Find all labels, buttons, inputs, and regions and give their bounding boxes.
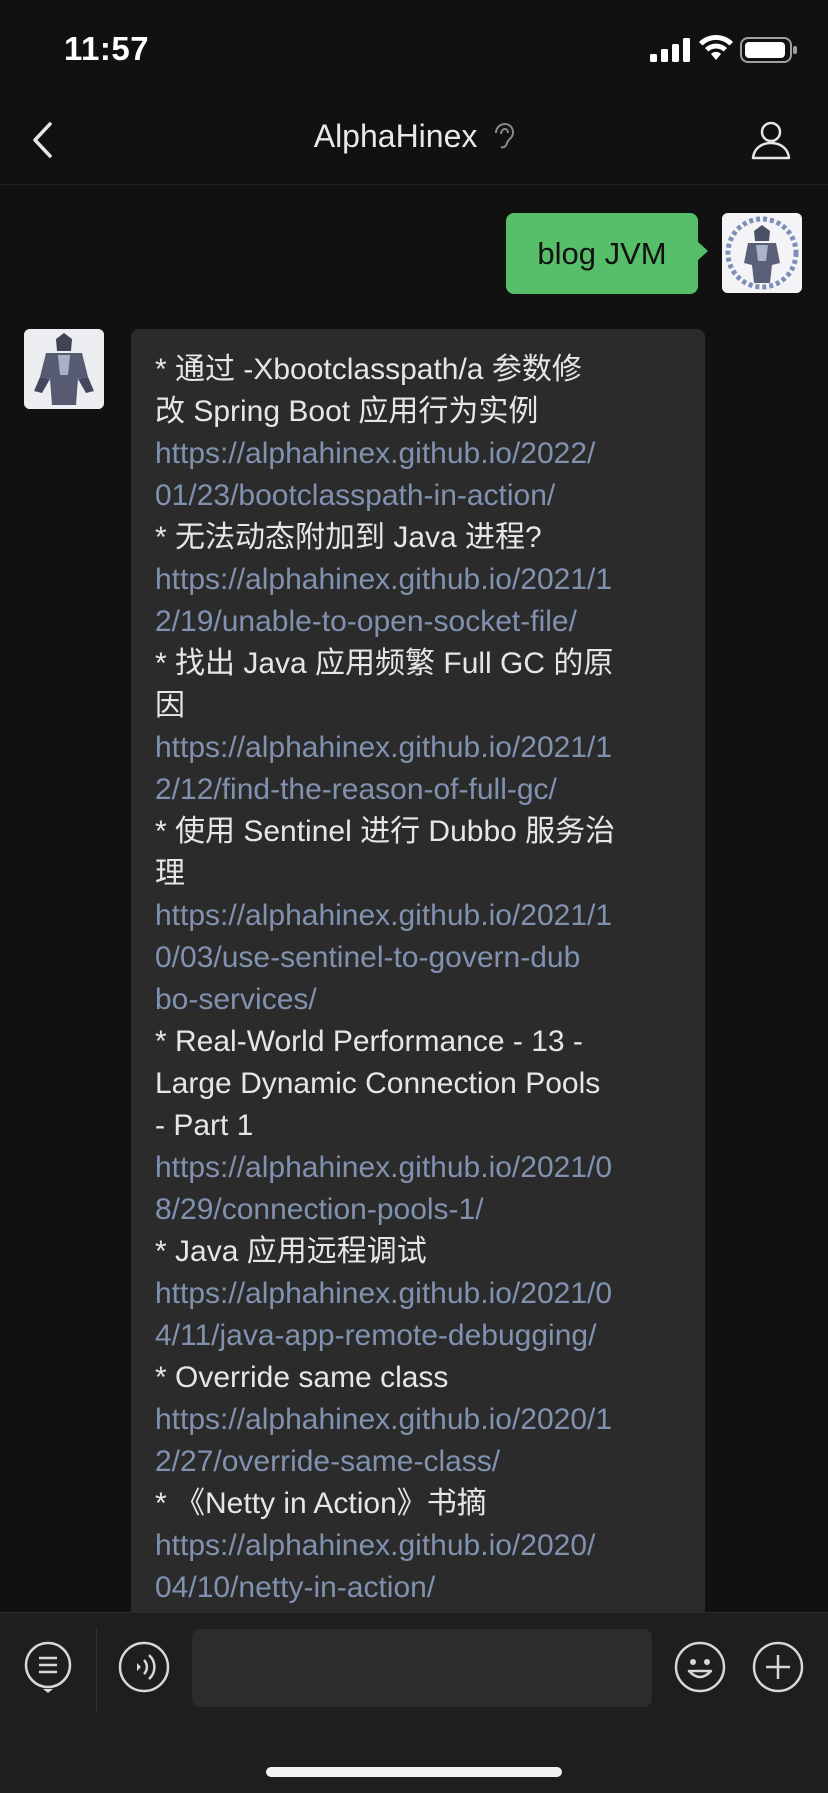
- contact-avatar[interactable]: [24, 329, 104, 409]
- message-text-line: * 《Netty in Action》书摘: [155, 1487, 487, 1520]
- message-text-line: 因: [155, 689, 185, 722]
- message-text-line: * 使用 Sentinel 进行 Dubbo 服务治: [155, 815, 616, 848]
- sent-message-bubble[interactable]: blog JVM: [506, 213, 708, 294]
- plus-icon[interactable]: [752, 1641, 804, 1693]
- message-link-line[interactable]: bo-services/: [155, 979, 683, 1021]
- message-link-line[interactable]: 2/12/find-the-reason-of-full-gc/: [155, 769, 683, 811]
- chat-title: AlphaHinex: [313, 118, 478, 154]
- message-link-line[interactable]: https://alphahinex.github.io/2021/1: [155, 895, 683, 937]
- home-indicator: [266, 1767, 562, 1777]
- status-bar: 11:57: [0, 0, 828, 96]
- battery-icon: [740, 37, 797, 63]
- message-text-line: * Real-World Performance - 13 -: [155, 1025, 583, 1058]
- message-input[interactable]: [192, 1629, 652, 1707]
- ear-muted-icon: [495, 123, 515, 149]
- cellular-signal-icon: [650, 38, 690, 62]
- message-link-line[interactable]: 0/03/use-sentinel-to-govern-dub: [155, 937, 683, 979]
- message-text-line: 理: [155, 857, 185, 890]
- message-link-line[interactable]: https://alphahinex.github.io/2020/1: [155, 1399, 683, 1441]
- message-link-line[interactable]: https://alphahinex.github.io/2021/1: [155, 727, 683, 769]
- voice-icon[interactable]: [118, 1641, 170, 1693]
- message-text-line: Large Dynamic Connection Pools: [155, 1067, 601, 1100]
- status-time: 11:57: [64, 30, 150, 67]
- message-link-line[interactable]: https://alphahinex.github.io/2021/0: [155, 1273, 683, 1315]
- robot-figure-icon: [24, 329, 104, 409]
- robot-figure-icon: [722, 213, 802, 293]
- chat-input-bar: [0, 1612, 828, 1793]
- message-link-line[interactable]: 4/11/java-app-remote-debugging/: [155, 1315, 683, 1357]
- received-message-bubble[interactable]: * 通过 -Xbootclasspath/a 参数修改 Spring Boot …: [131, 329, 705, 1629]
- message-text-line: - Part 1: [155, 1109, 254, 1142]
- message-text-line: * Java 应用远程调试: [155, 1235, 427, 1268]
- message-link-line[interactable]: 8/29/connection-pools-1/: [155, 1189, 683, 1231]
- message-link-line[interactable]: 2/19/unable-to-open-socket-file/: [155, 601, 683, 643]
- message-link-line[interactable]: 01/23/bootclasspath-in-action/: [155, 475, 683, 517]
- person-icon[interactable]: [750, 118, 792, 160]
- chat-header: AlphaHinex: [0, 96, 828, 185]
- chat-title-container: AlphaHinex: [0, 118, 828, 155]
- wifi-icon: [699, 34, 733, 60]
- message-link-line[interactable]: https://alphahinex.github.io/2021/0: [155, 1147, 683, 1189]
- message-text-line: 改 Spring Boot 应用行为实例: [155, 395, 539, 428]
- message-link-line[interactable]: https://alphahinex.github.io/2021/1: [155, 559, 683, 601]
- message-link-line[interactable]: https://alphahinex.github.io/2020/: [155, 1525, 683, 1567]
- message-link-line[interactable]: 2/27/override-same-class/: [155, 1441, 683, 1483]
- message-text-line: * 通过 -Xbootclasspath/a 参数修: [155, 353, 582, 386]
- emoji-icon[interactable]: [674, 1641, 726, 1693]
- message-text-line: * Override same class: [155, 1361, 449, 1394]
- list-menu-icon[interactable]: [22, 1641, 74, 1693]
- message-link-line[interactable]: 04/10/netty-in-action/: [155, 1567, 683, 1609]
- sent-message-text: blog JVM: [537, 235, 667, 271]
- message-text-line: * 找出 Java 应用频繁 Full GC 的原: [155, 647, 614, 680]
- divider: [96, 1627, 97, 1713]
- my-avatar[interactable]: [722, 213, 802, 293]
- message-text-line: * 无法动态附加到 Java 进程?: [155, 521, 542, 554]
- message-link-line[interactable]: https://alphahinex.github.io/2022/: [155, 433, 683, 475]
